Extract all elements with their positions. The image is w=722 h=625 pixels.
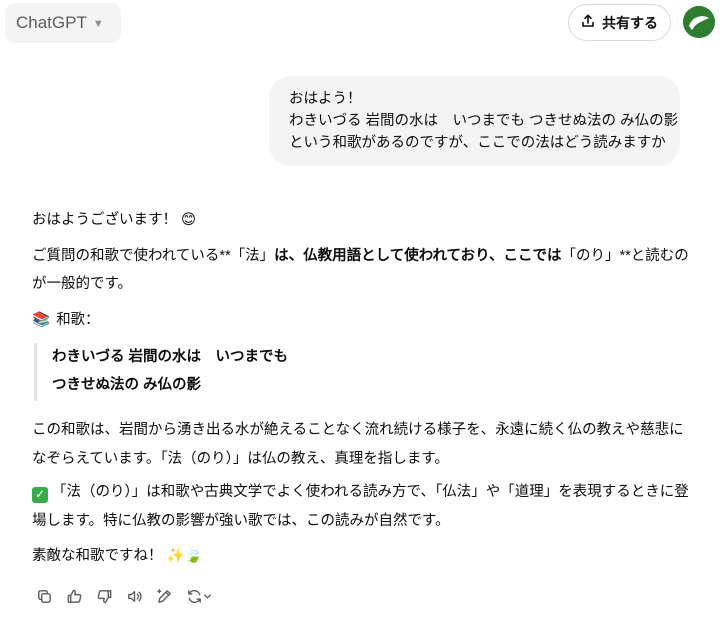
share-button[interactable]: 共有する — [568, 4, 671, 41]
thumbs-up-icon[interactable] — [64, 586, 84, 606]
explanation-paragraph: この和歌は、岩間から湧き出る水が絶えることなく流れ続ける様子を、永遠に続く仏の教… — [32, 422, 684, 467]
waka-heading: 📚 和歌： — [32, 306, 100, 334]
closing-paragraph: 素敵な和歌ですね！ ✨🍃 — [32, 542, 203, 570]
regenerate-icon[interactable] — [184, 586, 214, 606]
answer-text: ご質問の和歌で使われている**「法」 — [32, 248, 275, 264]
edit-in-canvas-icon[interactable] — [154, 586, 174, 606]
message-actions — [34, 586, 214, 606]
sparkles-leaf-emoji-icon: ✨🍃 — [166, 548, 203, 564]
user-message-line: おはよう！ — [289, 91, 362, 107]
answer-paragraph: ご質問の和歌で使われている**「法」は、仏教用語として使われており、ここでは「の… — [32, 242, 692, 298]
note-text: 「法（のり）」は和歌や古典文学でよく使われる読み方で、「仏法」や「道理」を表現す… — [32, 484, 689, 529]
waka-heading-label: 和歌： — [56, 312, 100, 328]
avatar[interactable] — [683, 6, 715, 38]
user-message: おはよう！ わきいづる 岩間の水は いつまでも つきせぬ法の み仏の影 という和… — [269, 76, 680, 166]
greeting-paragraph: おはようございます！ 😊 — [32, 206, 196, 234]
user-message-line: わきいづる 岩間の水は いつまでも つきせぬ法の み仏の影 — [289, 113, 679, 129]
waka-blockquote: わきいづる 岩間の水は いつまでも つきせぬ法の み仏の影 — [34, 343, 288, 401]
greeting-text: おはようございます！ — [32, 212, 177, 228]
note-paragraph: ✓ 「法（のり）」は和歌や古典文学でよく使われる読み方で、「仏法」や「道理」を表現… — [32, 478, 692, 536]
closing-text: 素敵な和歌ですね！ — [32, 548, 163, 564]
read-aloud-icon[interactable] — [124, 586, 144, 606]
quote-line: わきいづる 岩間の水は いつまでも — [52, 349, 289, 365]
smile-emoji-icon: 😊 — [181, 212, 197, 228]
model-selector-button[interactable]: ChatGPT ▼ — [5, 3, 121, 43]
share-label: 共有する — [602, 14, 658, 31]
books-emoji-icon: 📚 — [32, 312, 51, 328]
share-icon — [581, 14, 595, 31]
copy-icon[interactable] — [34, 586, 54, 606]
answer-bold-text: は、仏教用語として使われており、ここでは — [274, 248, 562, 264]
model-label: ChatGPT — [16, 13, 87, 32]
user-message-line: という和歌があるのですが、ここでの法はどう読みますか — [289, 135, 666, 151]
chevron-down-icon — [204, 593, 211, 599]
quote-line: つきせぬ法の み仏の影 — [52, 377, 202, 393]
check-mark-icon: ✓ — [32, 486, 48, 503]
chevron-down-icon: ▼ — [92, 18, 104, 30]
thumbs-down-icon[interactable] — [94, 586, 114, 606]
